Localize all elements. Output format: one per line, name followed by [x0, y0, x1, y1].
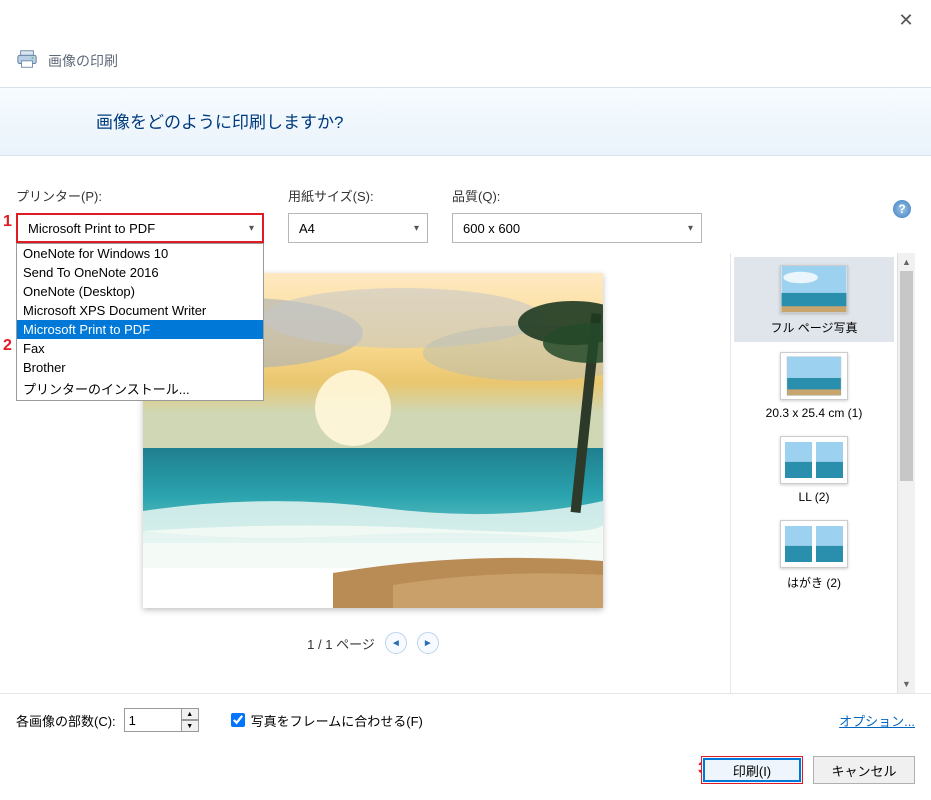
printer-group: プリンター(P): Microsoft Print to PDF ▾ OneNo… — [16, 186, 264, 243]
copies-increment[interactable]: ▲ — [181, 708, 199, 720]
scroll-up-button[interactable]: ▲ — [898, 253, 915, 271]
template-thumb — [780, 436, 848, 484]
template-caption: LL (2) — [738, 490, 890, 504]
controls-row: プリンター(P): Microsoft Print to PDF ▾ OneNo… — [0, 156, 931, 253]
template-hagaki[interactable]: はがき (2) — [734, 512, 894, 597]
template-caption: フル ページ写真 — [738, 319, 890, 336]
question-text: 画像をどのように印刷しますか? — [96, 113, 343, 132]
template-list: フル ページ写真 20.3 x 25.4 cm (1) LL (2) — [731, 253, 897, 693]
templates-pane: フル ページ写真 20.3 x 25.4 cm (1) LL (2) — [730, 253, 915, 693]
annotation-1: 1 — [3, 213, 12, 231]
cancel-button[interactable]: キャンセル — [813, 756, 915, 784]
paper-selected-value: A4 — [299, 221, 315, 236]
template-thumb — [780, 520, 848, 568]
next-page-button[interactable]: ► — [417, 632, 439, 654]
fit-frame-input[interactable] — [231, 713, 245, 727]
printer-selected-value: Microsoft Print to PDF — [28, 221, 155, 236]
printer-label: プリンター(P): — [16, 186, 264, 205]
scroll-thumb[interactable] — [900, 271, 913, 481]
action-row: 印刷(I) キャンセル — [0, 746, 931, 798]
template-ll[interactable]: LL (2) — [734, 428, 894, 510]
template-caption: はがき (2) — [738, 574, 890, 591]
help-icon[interactable]: ? — [893, 200, 911, 218]
printer-option[interactable]: Fax — [17, 339, 263, 358]
printer-option[interactable]: Brother — [17, 358, 263, 377]
template-thumb — [780, 265, 848, 313]
copies-decrement[interactable]: ▼ — [181, 720, 199, 732]
dialog-header: 画像の印刷 — [0, 40, 931, 87]
printer-select[interactable]: Microsoft Print to PDF ▾ — [16, 213, 264, 243]
template-8x10[interactable]: 20.3 x 25.4 cm (1) — [734, 344, 894, 426]
prev-page-button[interactable]: ◄ — [385, 632, 407, 654]
question-band: 画像をどのように印刷しますか? — [0, 87, 931, 156]
options-link[interactable]: オプション... — [839, 711, 915, 730]
printer-option[interactable]: Send To OneNote 2016 — [17, 263, 263, 282]
quality-selected-value: 600 x 600 — [463, 221, 520, 236]
printer-select-wrap: Microsoft Print to PDF ▾ OneNote for Win… — [16, 213, 264, 243]
annotation-2: 2 — [3, 337, 12, 355]
template-thumb — [780, 352, 848, 400]
page-indicator: 1 / 1 ページ — [307, 634, 375, 653]
chevron-down-icon: ▾ — [414, 223, 419, 234]
printer-option-selected[interactable]: Microsoft Print to PDF — [17, 320, 263, 339]
printer-dropdown: OneNote for Windows 10 Send To OneNote 2… — [16, 243, 264, 401]
paper-label: 用紙サイズ(S): — [288, 186, 428, 205]
printer-option[interactable]: OneNote (Desktop) — [17, 282, 263, 301]
titlebar: ✕ — [0, 0, 931, 40]
fit-frame-label: 写真をフレームに合わせる(F) — [251, 711, 423, 730]
template-scrollbar[interactable]: ▲ ▼ — [897, 253, 915, 693]
pager: 1 / 1 ページ ◄ ► — [307, 632, 439, 654]
paper-select[interactable]: A4 ▾ — [288, 213, 428, 243]
template-caption: 20.3 x 25.4 cm (1) — [738, 406, 890, 420]
copies-input[interactable] — [124, 708, 182, 732]
fit-frame-checkbox[interactable]: 写真をフレームに合わせる(F) — [231, 711, 423, 730]
chevron-down-icon: ▾ — [249, 223, 254, 234]
printer-option[interactable]: プリンターのインストール... — [17, 377, 263, 400]
quality-label: 品質(Q): — [452, 186, 702, 205]
paper-group: 用紙サイズ(S): A4 ▾ — [288, 186, 428, 243]
template-full-page[interactable]: フル ページ写真 — [734, 257, 894, 342]
scroll-down-button[interactable]: ▼ — [898, 675, 915, 693]
close-icon[interactable]: ✕ — [891, 10, 921, 31]
dialog-title: 画像の印刷 — [48, 51, 118, 71]
printer-option[interactable]: Microsoft XPS Document Writer — [17, 301, 263, 320]
print-button[interactable]: 印刷(I) — [701, 756, 803, 784]
copies-label: 各画像の部数(C): — [16, 711, 116, 730]
copies-spinner: ▲ ▼ — [124, 708, 199, 732]
quality-group: 品質(Q): 600 x 600 ▾ — [452, 186, 702, 243]
scroll-track[interactable] — [898, 271, 915, 675]
printer-option[interactable]: OneNote for Windows 10 — [17, 244, 263, 263]
bottom-options: 各画像の部数(C): ▲ ▼ 写真をフレームに合わせる(F) オプション... — [0, 693, 931, 746]
printer-icon — [16, 48, 38, 73]
quality-select[interactable]: 600 x 600 ▾ — [452, 213, 702, 243]
chevron-down-icon: ▾ — [688, 223, 693, 234]
